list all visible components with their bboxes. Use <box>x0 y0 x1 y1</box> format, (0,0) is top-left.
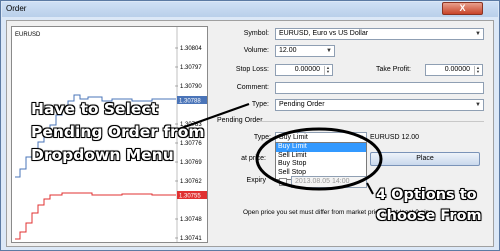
annotation-pointer-line-right <box>366 182 374 195</box>
annotation-select-pending-order: Have to Select Pending Order from Dropdo… <box>31 100 205 164</box>
annotation-circle <box>255 127 383 191</box>
order-window: Order X EURUSD 1.30804 1.30797 1.30790 1.30… <box>0 0 500 251</box>
annotation-four-options: 4 Options to Choose From <box>376 187 482 224</box>
